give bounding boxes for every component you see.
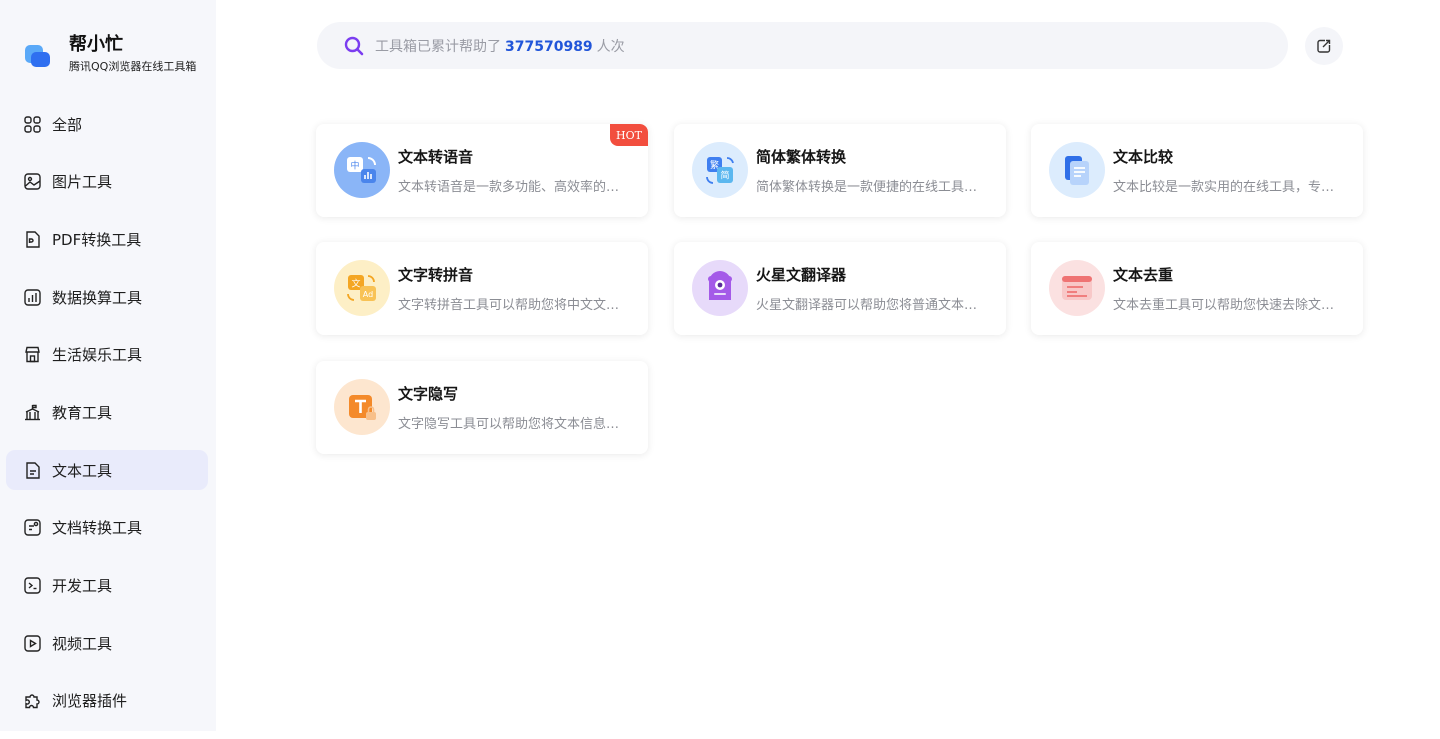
card-description: 简体繁体转换是一款便捷的在线工具，可以帮助您: [756, 180, 982, 195]
svg-text:简: 简: [720, 170, 729, 182]
share-icon: [1317, 39, 1331, 53]
sidebar-item-label: 文本工具: [52, 461, 113, 480]
tool-card-martian-translator[interactable]: 火星文翻译器 火星文翻译器可以帮助您将普通文本转换为火星文: [674, 242, 1006, 335]
sidebar-item-label: 文档转换工具: [52, 519, 143, 538]
sidebar-item-text-tools[interactable]: 文本工具: [6, 450, 208, 491]
brand-title: 帮小忙: [69, 34, 123, 55]
sidebar-item-label: 数据换算工具: [52, 288, 143, 307]
sidebar-nav: 全部 图片工具 PDF转换工具 数据换算工具 生活娱乐工具 教育工具 文本工具 …: [6, 104, 208, 739]
card-description: 文本比较是一款实用的在线工具，专门用于比较: [1113, 180, 1339, 195]
svg-text:文: 文: [351, 278, 360, 290]
tool-card-text-compare[interactable]: 文本比较 文本比较是一款实用的在线工具，专门用于比较: [1031, 124, 1363, 217]
hot-badge: HOT: [610, 124, 648, 146]
text-steganography-icon: [334, 379, 390, 435]
share-button[interactable]: [1305, 27, 1343, 65]
card-title: 文本比较: [1113, 148, 1174, 166]
doc-convert-icon: [24, 519, 41, 537]
sidebar-item-label: 图片工具: [52, 173, 113, 192]
image-icon: [24, 173, 41, 190]
text-to-pinyin-icon: 文 Ad: [334, 260, 390, 316]
card-title: 文本转语音: [398, 148, 474, 166]
puzzle-icon: [24, 692, 41, 709]
text-file-icon: [24, 461, 41, 479]
tool-card-text-to-pinyin[interactable]: 文Ad 文字转拼音 文字转拼音工具可以帮助您将中文文字转换为拼音: [316, 242, 648, 335]
sidebar: 帮小忙 腾讯QQ浏览器在线工具箱 全部 图片工具 PDF转换工具 数据换算工具 …: [0, 0, 216, 731]
card-title: 文本去重: [1113, 266, 1174, 284]
card-description: 文本去重工具可以帮助您快速去除文本中的重复内容: [1113, 298, 1339, 313]
sidebar-item-label: 浏览器插件: [52, 692, 128, 711]
card-description: 文字转拼音工具可以帮助您将中文文字转换为拼音: [398, 298, 624, 313]
terminal-icon: [24, 577, 41, 594]
sidebar-item-browser-plugins[interactable]: 浏览器插件: [6, 681, 208, 721]
search-bar[interactable]: 工具箱已累计帮助了 377570989 人次: [317, 22, 1288, 69]
card-description: 火星文翻译器可以帮助您将普通文本转换为火星文: [756, 298, 982, 313]
help-count: 377570989: [505, 38, 593, 55]
tool-card-simplified-traditional[interactable]: 繁简 简体繁体转换 简体繁体转换是一款便捷的在线工具，可以帮助您: [674, 124, 1006, 217]
tool-card-text-steganography[interactable]: 文字隐写 文字隐写工具可以帮助您将文本信息隐藏起来: [316, 361, 648, 454]
svg-text:中: 中: [350, 160, 359, 172]
martian-translator-icon: [692, 260, 748, 316]
sidebar-item-label: 视频工具: [52, 634, 113, 653]
pdf-icon: [24, 231, 41, 248]
sidebar-item-dev-tools[interactable]: 开发工具: [6, 566, 208, 606]
sidebar-item-video-tools[interactable]: 视频工具: [6, 623, 208, 663]
simplified-traditional-icon: 繁简: [692, 142, 748, 198]
chart-icon: [24, 288, 41, 306]
text-dedupe-icon: [1049, 260, 1105, 316]
tool-card-text-to-speech[interactable]: 中 文本转语音 文本转语音是一款多功能、高效率的在线工具 HOT: [316, 124, 648, 217]
card-title: 文字转拼音: [398, 266, 474, 284]
sidebar-item-label: PDF转换工具: [52, 230, 142, 249]
card-title: 文字隐写: [398, 385, 459, 403]
text-to-speech-icon: 中: [334, 142, 390, 198]
sidebar-item-life-tools[interactable]: 生活娱乐工具: [6, 335, 208, 375]
search-placeholder: 工具箱已累计帮助了 377570989 人次: [375, 38, 625, 55]
brand[interactable]: 帮小忙 腾讯QQ浏览器在线工具箱: [22, 34, 196, 73]
video-icon: [24, 634, 41, 652]
card-description: 文本转语音是一款多功能、高效率的在线工具: [398, 180, 624, 195]
brand-subtitle: 腾讯QQ浏览器在线工具箱: [69, 60, 197, 73]
card-title: 简体繁体转换: [756, 148, 847, 166]
sidebar-item-education-tools[interactable]: 教育工具: [6, 392, 208, 432]
card-description: 文字隐写工具可以帮助您将文本信息隐藏起来: [398, 417, 624, 432]
sidebar-item-all[interactable]: 全部: [6, 104, 208, 144]
search-icon: [344, 36, 364, 55]
sidebar-item-pdf-tools[interactable]: PDF转换工具: [6, 219, 208, 259]
sidebar-item-label: 全部: [52, 115, 83, 134]
text-compare-icon: [1049, 142, 1105, 198]
sidebar-item-data-tools[interactable]: 数据换算工具: [6, 277, 208, 317]
school-icon: [24, 404, 41, 421]
grid-icon: [24, 115, 41, 133]
sidebar-item-image-tools[interactable]: 图片工具: [6, 162, 208, 202]
sidebar-item-label: 生活娱乐工具: [52, 346, 143, 365]
svg-text:Ad: Ad: [363, 290, 373, 299]
card-title: 火星文翻译器: [756, 266, 847, 284]
sidebar-item-doc-convert-tools[interactable]: 文档转换工具: [6, 508, 208, 548]
tool-card-text-dedupe[interactable]: 文本去重 文本去重工具可以帮助您快速去除文本中的重复内容: [1031, 242, 1363, 335]
sidebar-item-label: 教育工具: [52, 403, 113, 422]
store-icon: [24, 346, 41, 363]
sidebar-item-label: 开发工具: [52, 577, 113, 595]
logo-icon: [22, 39, 52, 69]
